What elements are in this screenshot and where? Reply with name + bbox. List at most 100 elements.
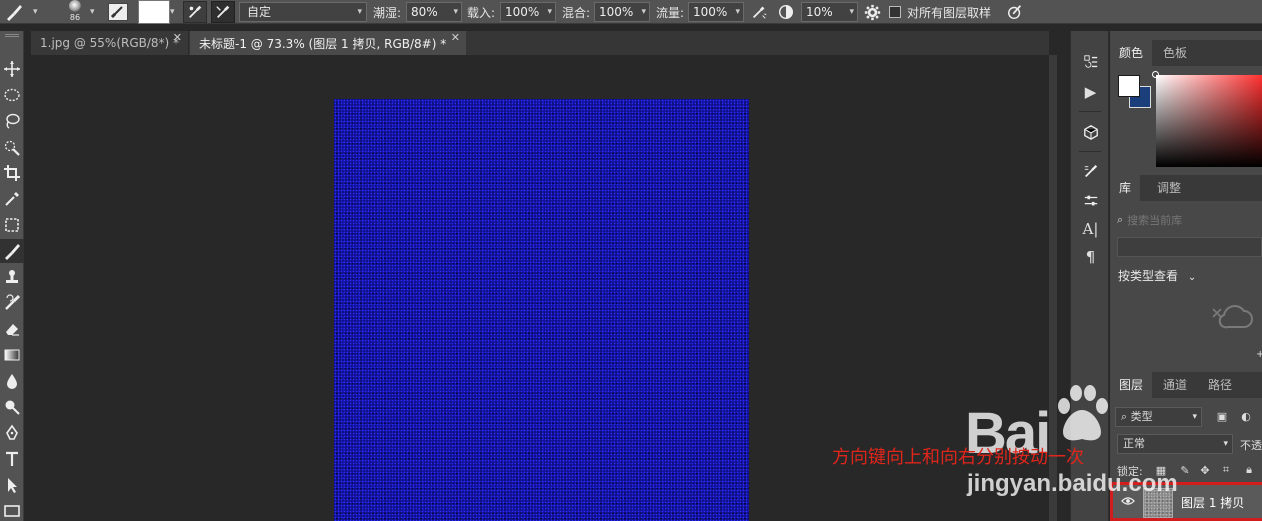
instruction-annotation: 方向键向上和向右分别按动一次 bbox=[832, 447, 1084, 468]
path-select-icon[interactable] bbox=[0, 473, 24, 497]
brush-preset-picker[interactable]: 86 bbox=[64, 0, 86, 24]
lock-artboard-icon[interactable]: ⌗ bbox=[1219, 463, 1233, 477]
paragraph-icon[interactable]: ¶ bbox=[1071, 244, 1110, 270]
move-icon[interactable] bbox=[0, 57, 24, 81]
clone-stamp-icon[interactable] bbox=[0, 265, 24, 289]
dodge-icon[interactable] bbox=[0, 395, 24, 419]
sample-all-layers-label: 对所有图层取样 bbox=[907, 5, 992, 20]
tab-channels[interactable]: 通道 bbox=[1154, 372, 1196, 398]
color-panel-tabs: 颜色 色板 bbox=[1110, 40, 1262, 66]
mix-input[interactable]: 100% ▾ bbox=[594, 2, 650, 22]
tab-color[interactable]: 颜色 bbox=[1110, 40, 1153, 66]
3d-icon[interactable] bbox=[1071, 119, 1110, 145]
current-brush-load-swatch[interactable] bbox=[138, 0, 170, 24]
brush-tip-icon bbox=[69, 0, 81, 12]
blend-combination-select[interactable]: 自定 ▾ bbox=[239, 2, 367, 22]
mix-label: 混合: bbox=[562, 5, 591, 20]
quick-select-icon[interactable] bbox=[0, 135, 24, 159]
baidu-paw-icon bbox=[1058, 385, 1108, 441]
library-panel-tabs: 库 调整 bbox=[1110, 175, 1262, 201]
tab-adjustments[interactable]: 调整 bbox=[1148, 175, 1190, 201]
lock-all-icon[interactable]: 🔒︎ bbox=[1242, 463, 1256, 477]
tool-preset-dropdown-icon[interactable]: ▾ bbox=[33, 0, 38, 24]
history-brush-icon[interactable] bbox=[0, 291, 24, 315]
load-brush-icon[interactable] bbox=[183, 1, 207, 23]
mix-value: 100% bbox=[599, 5, 634, 19]
history-icon[interactable] bbox=[1071, 49, 1110, 75]
load-value: 100% bbox=[505, 5, 540, 19]
tab-swatches[interactable]: 色板 bbox=[1154, 40, 1196, 66]
play-actions-icon[interactable]: ▶ bbox=[1071, 79, 1110, 105]
brush-settings-panel-icon[interactable] bbox=[108, 3, 128, 21]
blend-combination-value: 自定 bbox=[247, 5, 272, 19]
lock-position-icon[interactable]: ✥ bbox=[1198, 463, 1212, 477]
pressure-size-icon[interactable] bbox=[1006, 0, 1024, 24]
load-input[interactable]: 100% ▾ bbox=[500, 2, 556, 22]
library-view-by-type[interactable]: 按类型查看 ⌄ bbox=[1118, 267, 1196, 284]
lasso-icon[interactable] bbox=[0, 109, 24, 133]
blend-mode-value: 正常 bbox=[1123, 437, 1145, 450]
checkbox-box bbox=[889, 6, 901, 18]
layers-panel-tabs: 图层 通道 路径 bbox=[1110, 372, 1262, 398]
chevron-down-icon: ▾ bbox=[357, 7, 362, 17]
tab-title: 1.jpg @ 55%(RGB/8*) * bbox=[40, 36, 180, 50]
character-icon[interactable]: A| bbox=[1071, 216, 1110, 242]
load-label: 载入: bbox=[467, 5, 496, 20]
search-icon: ⌕ bbox=[1121, 410, 1128, 423]
gradient-icon[interactable] bbox=[0, 343, 24, 367]
mixer-brush-icon[interactable] bbox=[0, 239, 24, 263]
photoshop-window: { "options_bar": { "brush_size": "86", "… bbox=[0, 0, 1262, 521]
brush-size: 86 bbox=[69, 13, 81, 22]
chevron-down-icon: ▾ bbox=[641, 7, 646, 17]
color-picker-field[interactable] bbox=[1152, 71, 1262, 167]
close-icon[interactable]: ✕ bbox=[451, 31, 460, 44]
adjustments-sliders-icon[interactable] bbox=[1071, 188, 1110, 214]
filter-adjustment-layers-icon[interactable]: ◐ bbox=[1238, 407, 1254, 425]
blur-icon[interactable] bbox=[0, 369, 24, 393]
flow-label: 流量: bbox=[656, 5, 685, 20]
pen-icon[interactable] bbox=[0, 421, 24, 445]
tab-document-1[interactable]: 1.jpg @ 55%(RGB/8*) * ✕ bbox=[31, 31, 189, 55]
crop-icon[interactable] bbox=[0, 161, 24, 185]
panel-grip[interactable] bbox=[5, 34, 19, 37]
document-canvas-blue-noise[interactable] bbox=[334, 99, 749, 521]
airbrush-icon[interactable] bbox=[750, 0, 768, 24]
wet-input[interactable]: 80% ▾ bbox=[406, 2, 462, 22]
layer-blend-mode-select[interactable]: 正常 ▾ bbox=[1117, 434, 1233, 454]
angle-value: 10% bbox=[806, 5, 833, 19]
eyedropper-icon[interactable] bbox=[0, 187, 24, 211]
flow-input[interactable]: 100% ▾ bbox=[688, 2, 744, 22]
library-search-field[interactable]: ⌕ 搜索当前库 bbox=[1117, 211, 1262, 229]
tab-layers[interactable]: 图层 bbox=[1110, 372, 1153, 398]
library-add-icon[interactable]: + bbox=[1256, 349, 1262, 360]
tab-document-untitled[interactable]: 未标题-1 @ 73.3% (图层 1 拷贝, RGB/8#) * ✕ bbox=[190, 31, 466, 55]
layer-filter-value: 类型 bbox=[1130, 410, 1153, 423]
chevron-down-icon: ▾ bbox=[1223, 439, 1228, 449]
marquee-icon[interactable] bbox=[0, 83, 24, 107]
sample-all-layers-checkbox[interactable]: 对所有图层取样 bbox=[889, 0, 991, 24]
swatch-dropdown-icon[interactable]: ▾ bbox=[170, 0, 175, 24]
color-picker-cursor[interactable] bbox=[1152, 71, 1159, 78]
strip-divider bbox=[1079, 151, 1101, 152]
tab-paths[interactable]: 路径 bbox=[1199, 372, 1241, 398]
type-icon[interactable] bbox=[0, 447, 24, 471]
layer-filter-select[interactable]: ⌕ 类型 ▾ bbox=[1115, 407, 1202, 427]
filter-pixel-layers-icon[interactable]: ▣ bbox=[1214, 407, 1230, 425]
watermark-url: jingyan.baidu.com bbox=[967, 470, 1178, 497]
brush-settings-icon[interactable] bbox=[1071, 159, 1110, 185]
foreground-color-swatch[interactable] bbox=[1118, 75, 1140, 97]
eraser-icon[interactable] bbox=[0, 317, 24, 341]
angle-input[interactable]: 10% ▾ bbox=[801, 2, 858, 22]
tab-libraries[interactable]: 库 bbox=[1110, 175, 1141, 201]
gear-icon[interactable] bbox=[864, 0, 881, 24]
rectangle-icon[interactable] bbox=[0, 499, 24, 521]
clean-brush-icon[interactable] bbox=[211, 1, 235, 23]
layer-name: 图层 1 拷贝 bbox=[1181, 496, 1245, 510]
angle-icon[interactable] bbox=[777, 0, 795, 24]
brush-dropdown-icon[interactable]: ▾ bbox=[90, 0, 95, 24]
lock-image-icon[interactable]: ✎ bbox=[1178, 463, 1192, 477]
close-icon[interactable]: ✕ bbox=[173, 31, 182, 44]
frame-icon[interactable] bbox=[0, 213, 24, 237]
wet-label: 潮湿: bbox=[373, 5, 402, 20]
library-select-dropdown[interactable] bbox=[1117, 237, 1262, 257]
